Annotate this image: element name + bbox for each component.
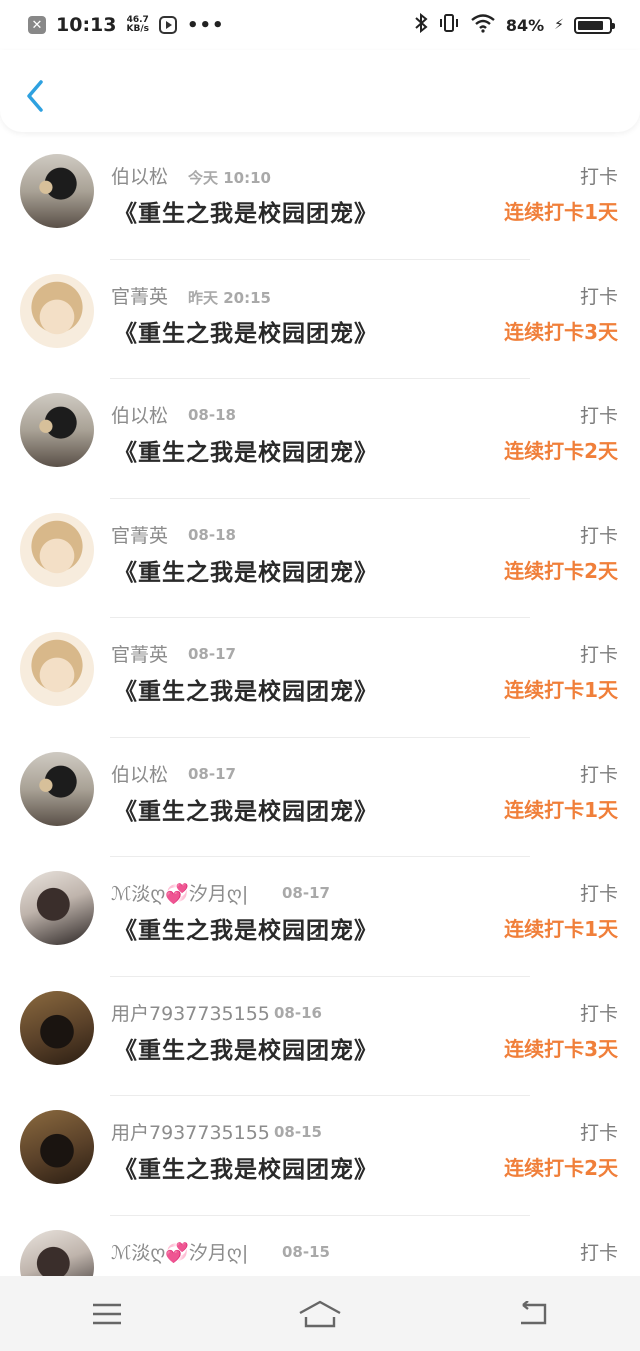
system-nav-bar — [0, 1276, 640, 1351]
checkin-time: 08-15 — [282, 1242, 330, 1261]
streak-label: 连续打卡3天 — [504, 319, 618, 344]
username[interactable]: 伯以松 — [111, 401, 168, 428]
network-speed: 46.7 KB/s — [126, 15, 149, 34]
checkin-label: 打卡 — [579, 405, 618, 427]
battery-icon — [574, 16, 615, 34]
checkin-label: 打卡 — [579, 763, 618, 786]
checkin-row[interactable]: 官菁英 昨天 20:15 《重生之我是校园团宠》 打卡连续打卡3天 — [0, 260, 640, 380]
streak-label: 连续打卡3天 — [504, 1036, 618, 1061]
streak-label: 连续打卡1天 — [504, 917, 618, 941]
book-title[interactable]: 《重生之我是校园团宠》 — [114, 792, 378, 826]
checkin-time: 08-17 — [282, 884, 330, 902]
notification-close-icon: ✕ — [28, 16, 46, 34]
checkin-label: 打卡 — [579, 644, 618, 666]
checkin-row[interactable]: ℳ淡ღ💞汐月ღ| 08-17 《重生之我是校园团宠》 打卡连续打卡1天 — [0, 857, 640, 977]
checkin-label: 打卡 — [579, 1122, 618, 1144]
checkin-row[interactable]: 用户7937735155 08-15 《重生之我是校园团宠》 打卡连续打卡2天 — [0, 1096, 640, 1216]
avatar[interactable] — [20, 393, 94, 467]
avatar[interactable] — [20, 512, 94, 587]
streak-label: 连续打卡2天 — [504, 1156, 618, 1180]
checkin-label: 打卡 — [579, 524, 618, 547]
checkin-time: 08-15 — [274, 1123, 322, 1141]
username[interactable]: 伯以松 — [111, 162, 168, 189]
streak-label: 连续打卡1天 — [504, 678, 618, 702]
home-button[interactable] — [290, 1289, 350, 1339]
checkin-label: 打卡 — [579, 883, 618, 905]
back-icon — [521, 1300, 547, 1324]
avatar[interactable] — [20, 273, 94, 348]
back-nav-button[interactable] — [503, 1289, 563, 1339]
streak-label: 连续打卡2天 — [504, 439, 618, 463]
checkin-time: 今天 10:10 — [188, 169, 271, 187]
status-time: 10:13 — [56, 14, 117, 36]
checkin-row[interactable]: 伯以松 08-18 《重生之我是校园团宠》 打卡连续打卡2天 — [0, 379, 640, 499]
avatar[interactable] — [20, 990, 94, 1065]
username[interactable]: 官菁英 — [111, 521, 168, 548]
checkin-label: 打卡 — [579, 1241, 618, 1264]
checkin-time: 08-17 — [188, 764, 236, 783]
book-title[interactable]: 《重生之我是校园团宠》 — [114, 194, 378, 228]
more-dots: ••• — [186, 14, 225, 36]
book-title[interactable]: 《重生之我是校园团宠》 — [114, 911, 378, 945]
chevron-left-icon — [27, 80, 43, 112]
avatar[interactable] — [20, 632, 94, 706]
streak-label: 连续打卡1天 — [504, 797, 618, 822]
checkin-label: 打卡 — [579, 166, 618, 188]
username[interactable]: 用户7937735155 — [111, 1118, 270, 1145]
wifi-icon — [470, 13, 496, 38]
header-bar — [0, 50, 640, 132]
username[interactable]: 伯以松 — [111, 760, 168, 787]
checkin-row[interactable]: 官菁英 08-18 《重生之我是校园团宠》 打卡连续打卡2天 — [0, 499, 640, 619]
username[interactable]: ℳ淡ღ💞汐月ღ| — [111, 1238, 248, 1265]
media-play-icon — [158, 16, 177, 34]
bluetooth-icon — [414, 12, 428, 38]
username[interactable]: 官菁英 — [111, 282, 168, 309]
book-title[interactable]: 《重生之我是校园团宠》 — [114, 672, 378, 706]
checkin-label: 打卡 — [579, 1002, 618, 1025]
username[interactable]: ℳ淡ღ💞汐月ღ| — [111, 879, 248, 906]
vibrate-icon — [438, 13, 460, 38]
checkin-row[interactable]: 伯以松 今天 10:10 《重生之我是校园团宠》 打卡连续打卡1天 — [0, 140, 640, 260]
checkin-list: 伯以松 今天 10:10 《重生之我是校园团宠》 打卡 连续打卡1天 官菁英 昨天 20:1… — [0, 140, 640, 1335]
charging-icon: ⚡ — [554, 17, 564, 33]
book-title[interactable]: 《重生之我是校园团宠》 — [114, 433, 378, 467]
book-title[interactable]: 《重生之我是校园团宠》 — [114, 553, 378, 587]
checkin-time: 08-17 — [188, 645, 236, 663]
checkin-time: 08-18 — [188, 525, 236, 544]
avatar[interactable] — [20, 871, 94, 945]
status-bar: ✕ 10:13 46.7 KB/s ••• 84% ⚡ — [0, 0, 640, 50]
checkin-row[interactable]: 用户7937735155 08-16 《重生之我是校园团宠》 打卡连续打卡3天 — [0, 977, 640, 1097]
username[interactable]: 官菁英 — [111, 640, 168, 667]
book-title[interactable]: 《重生之我是校园团宠》 — [114, 1031, 378, 1065]
checkin-row[interactable]: 伯以松 08-17 《重生之我是校园团宠》 打卡连续打卡1天 — [0, 738, 640, 858]
checkin-time: 昨天 20:15 — [188, 288, 271, 307]
streak-label: 连续打卡2天 — [504, 558, 618, 583]
home-icon — [299, 1300, 341, 1327]
checkin-label: 打卡 — [579, 285, 618, 308]
book-title[interactable]: 《重生之我是校园团宠》 — [114, 1150, 378, 1184]
menu-icon — [92, 1303, 121, 1324]
battery-percent: 84% — [505, 15, 545, 35]
avatar[interactable] — [20, 1110, 94, 1184]
checkin-row[interactable]: 官菁英 08-17 《重生之我是校园团宠》 打卡连续打卡1天 — [0, 618, 640, 738]
avatar[interactable] — [20, 154, 94, 228]
back-button[interactable] — [18, 76, 52, 116]
book-title[interactable]: 《重生之我是校园团宠》 — [114, 314, 378, 348]
battery-level — [578, 20, 604, 30]
checkin-time: 08-18 — [188, 406, 236, 424]
avatar[interactable] — [20, 751, 94, 826]
username[interactable]: 用户7937735155 — [111, 999, 270, 1026]
menu-button[interactable] — [77, 1289, 137, 1339]
checkin-time: 08-16 — [274, 1003, 322, 1022]
streak-label: 连续打卡1天 — [504, 200, 618, 224]
